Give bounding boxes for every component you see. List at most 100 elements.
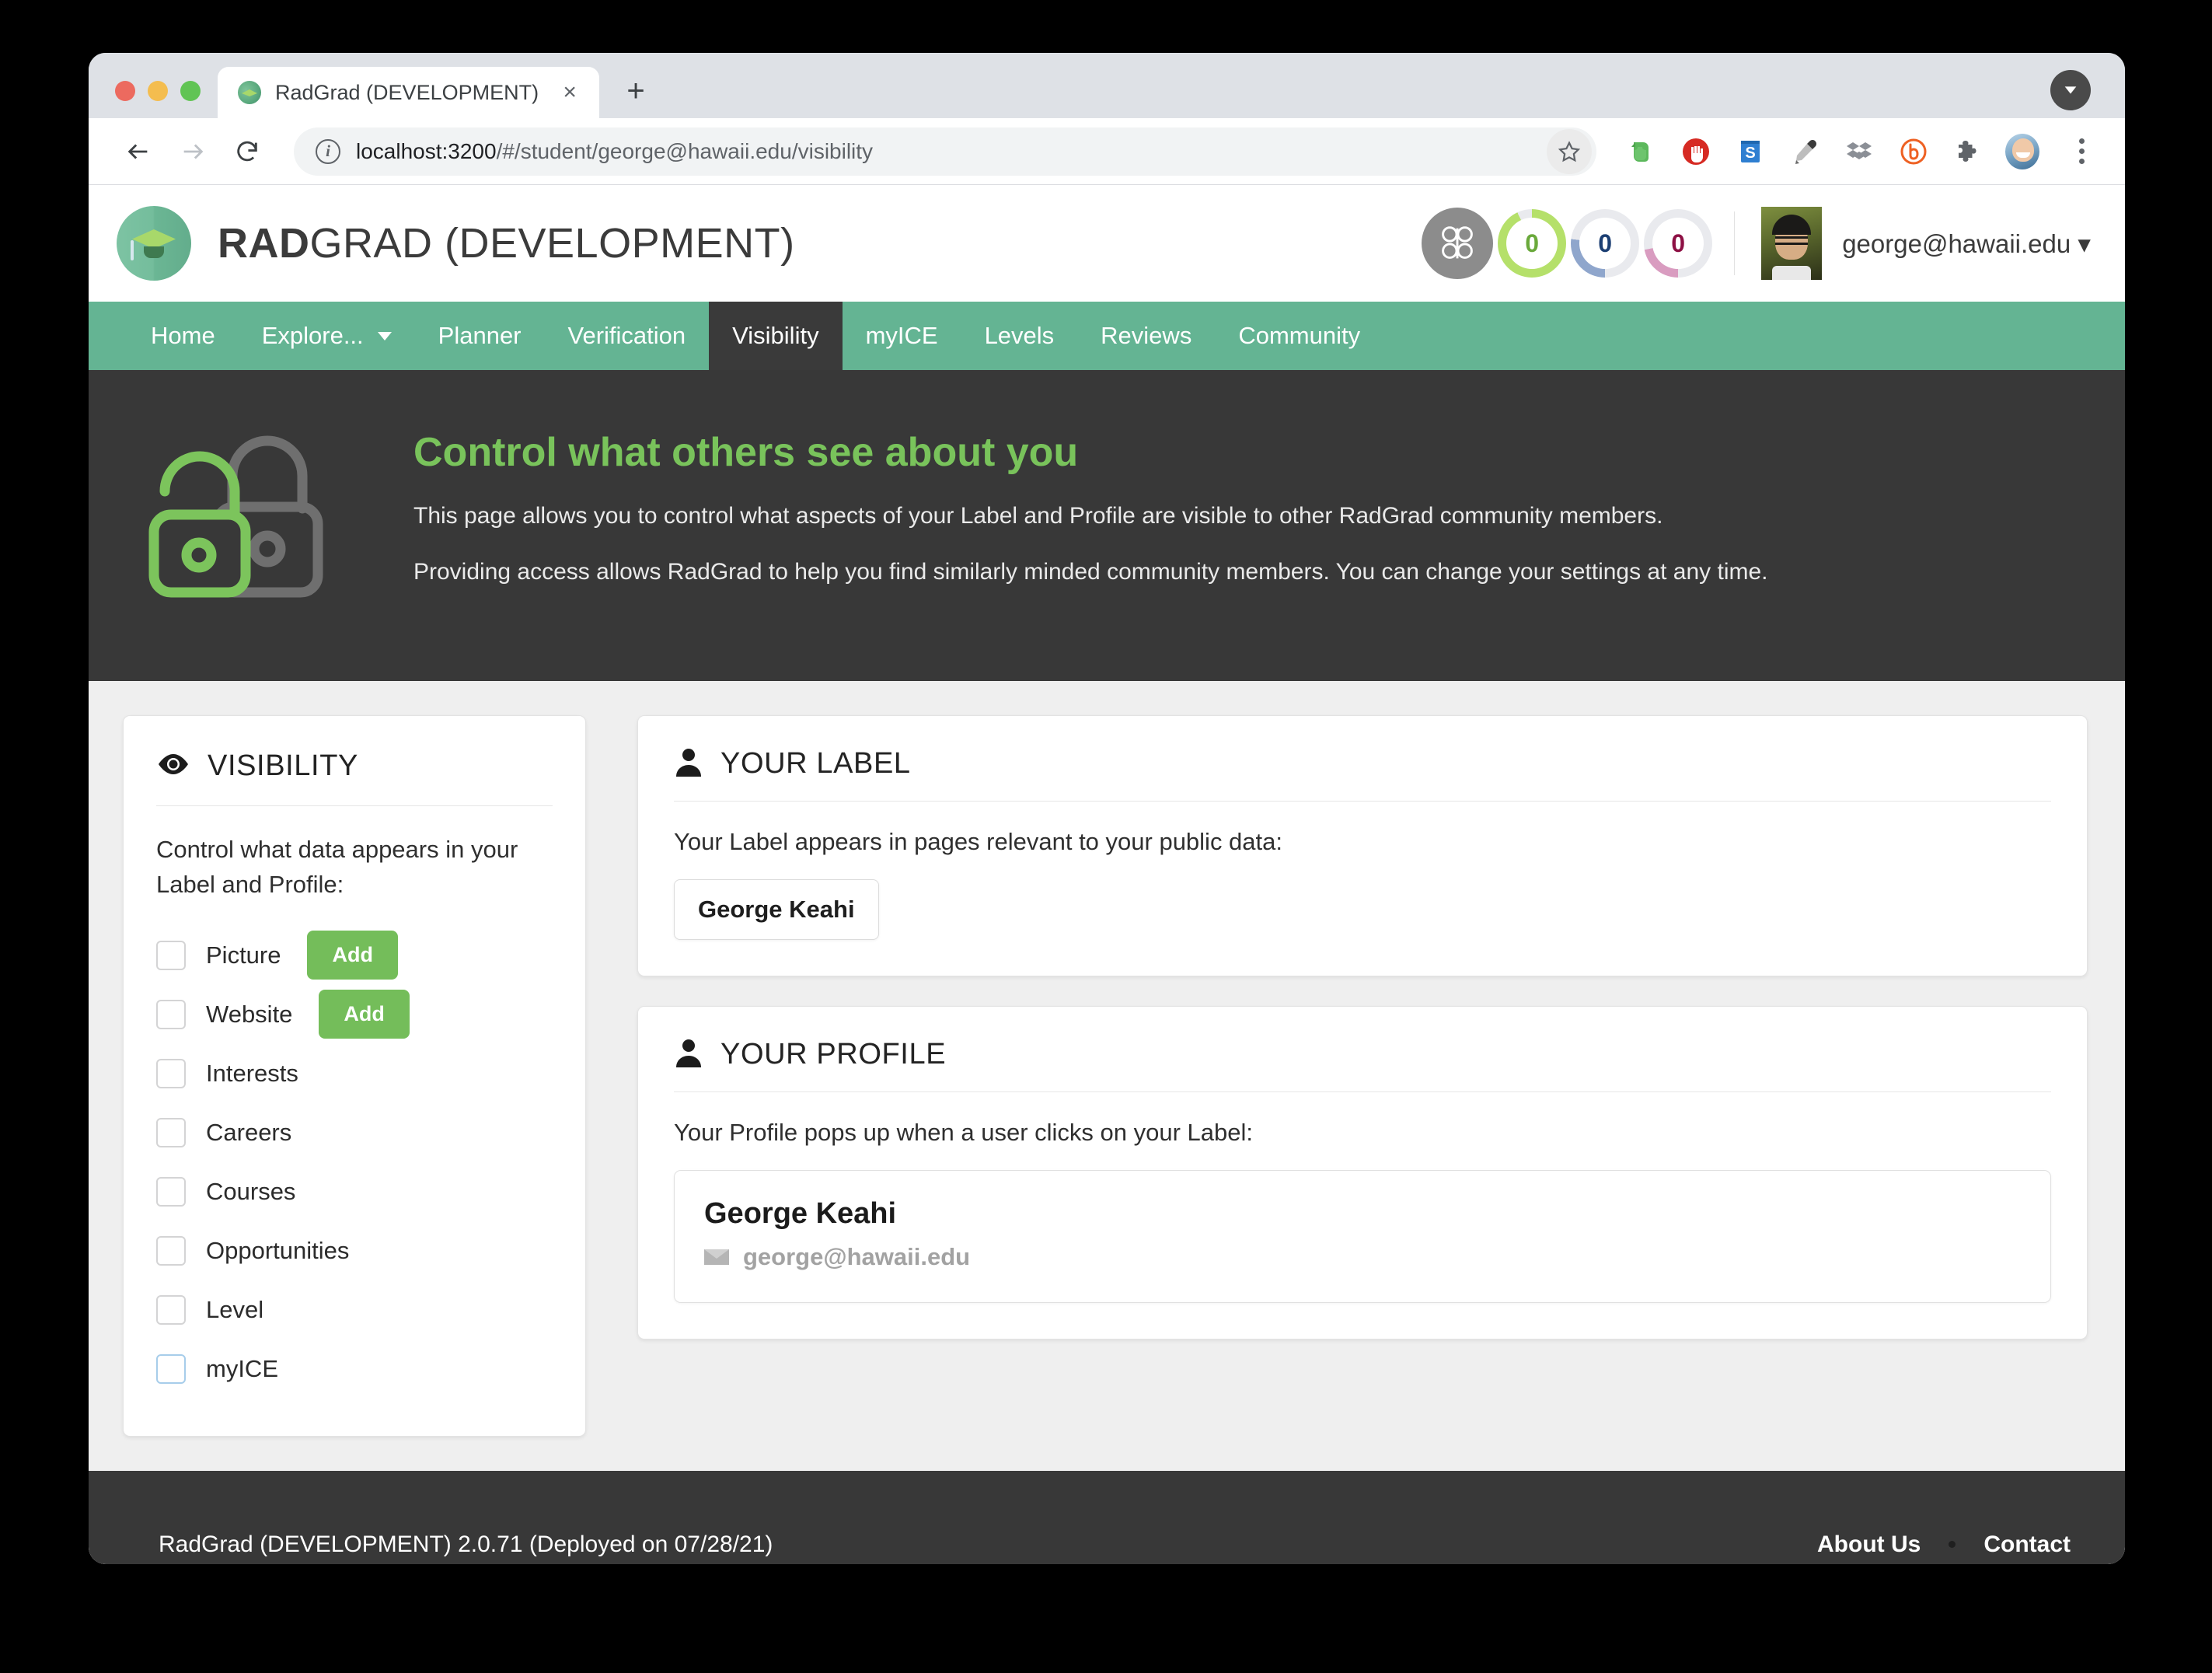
person-icon <box>674 1038 703 1071</box>
innovation-ring-value: 0 <box>1506 218 1558 269</box>
address-bar[interactable]: i localhost:3200/#/student/george@hawaii… <box>294 127 1596 176</box>
innovation-ring[interactable]: 0 <box>1498 209 1567 278</box>
browser-window: RadGrad (DEVELOPMENT) × + i localhost:32… <box>89 53 2125 1564</box>
bookmark-star-icon[interactable] <box>1547 128 1592 174</box>
url-path: /#/student/george@hawaii.edu/visibility <box>496 138 874 163</box>
nav-label: Verification <box>567 322 686 349</box>
site-title[interactable]: RADGRAD (DEVELOPMENT) <box>218 219 795 267</box>
user-avatar <box>1761 207 1823 280</box>
nav-item-explore[interactable]: Explore... <box>239 302 415 370</box>
interests-label: Interests <box>206 1059 298 1087</box>
nav-item-planner[interactable]: Planner <box>415 302 545 370</box>
site-header: RADGRAD (DEVELOPMENT) 0 0 0 george@hawai… <box>89 185 2125 302</box>
visibility-option-opportunities[interactable]: Opportunities <box>156 1221 553 1280</box>
your-profile-card-header: YOUR PROFILE <box>674 1038 2051 1092</box>
window-controls <box>89 81 218 118</box>
careers-checkbox[interactable] <box>156 1117 186 1147</box>
nav-item-home[interactable]: Home <box>127 302 239 370</box>
forward-button[interactable] <box>168 127 218 176</box>
browser-profile-avatar[interactable] <box>2005 133 2039 169</box>
nav-label: Levels <box>984 322 1055 349</box>
back-button[interactable] <box>113 127 163 176</box>
experience-ring[interactable]: 0 <box>1644 209 1713 278</box>
user-menu[interactable]: george@hawaii.edu ▾ <box>1734 207 2125 280</box>
visibility-option-myice[interactable]: myICE <box>156 1339 553 1399</box>
adblock-extension-icon[interactable] <box>1679 134 1713 169</box>
radgrad-logo-icon[interactable] <box>117 206 191 281</box>
person-icon <box>674 747 703 781</box>
minimize-window-button[interactable] <box>148 81 168 101</box>
contact-link[interactable]: Contact <box>1983 1532 2071 1558</box>
skitch-extension-icon[interactable]: S <box>1733 134 1767 169</box>
nav-item-levels[interactable]: Levels <box>961 302 1078 370</box>
close-window-button[interactable] <box>115 81 135 101</box>
grad-cap-tassel-shape <box>131 240 134 260</box>
nav-label: Visibility <box>732 322 819 349</box>
nav-item-community[interactable]: Community <box>1215 302 1383 370</box>
nav-item-visibility[interactable]: Visibility <box>709 302 843 370</box>
nav-label: myICE <box>865 322 938 349</box>
url-text: localhost:3200/#/student/george@hawaii.e… <box>356 139 1586 164</box>
experience-ring-value: 0 <box>1652 218 1704 269</box>
courses-label: Courses <box>206 1177 296 1205</box>
browser-menu-button[interactable] <box>2064 138 2099 164</box>
svg-text:S: S <box>1745 145 1755 162</box>
about-us-link[interactable]: About Us <box>1817 1532 1921 1558</box>
close-tab-icon[interactable]: × <box>553 75 587 110</box>
website-checkbox[interactable] <box>156 999 186 1029</box>
eye-icon <box>156 747 190 785</box>
header-right: 0 0 0 george@hawaii.edu ▾ <box>1422 185 2125 302</box>
maximize-window-button[interactable] <box>180 81 201 101</box>
level-checkbox[interactable] <box>156 1294 186 1325</box>
tab-title: RadGrad (DEVELOPMENT) <box>275 80 539 104</box>
visibility-option-courses[interactable]: Courses <box>156 1162 553 1221</box>
ice-clover-icon[interactable] <box>1422 208 1494 279</box>
puzzle-extensions-icon[interactable] <box>1951 134 1985 169</box>
evernote-extension-icon[interactable] <box>1624 134 1659 169</box>
site-info-icon[interactable]: i <box>316 138 340 164</box>
competency-ring-value: 0 <box>1579 218 1631 269</box>
your-label-card-header: YOUR LABEL <box>674 747 2051 802</box>
visibility-option-website[interactable]: Website Add <box>156 985 553 1044</box>
radgrad-favicon-icon <box>238 81 261 104</box>
url-host: localhost:3200 <box>356 138 497 163</box>
interests-checkbox[interactable] <box>156 1058 186 1088</box>
site-title-bold: RAD <box>218 220 310 267</box>
nav-item-reviews[interactable]: Reviews <box>1077 302 1215 370</box>
right-column: YOUR LABEL Your Label appears in pages r… <box>637 715 2088 1339</box>
visibility-option-picture[interactable]: Picture Add <box>156 926 553 985</box>
dropbox-extension-icon[interactable] <box>1842 134 1876 169</box>
your-label-description: Your Label appears in pages relevant to … <box>674 828 1283 855</box>
add-website-button[interactable]: Add <box>319 990 410 1039</box>
eyedropper-extension-icon[interactable] <box>1788 134 1822 169</box>
nav-item-myice[interactable]: myICE <box>843 302 961 370</box>
add-picture-button[interactable]: Add <box>307 931 398 980</box>
avatar-hair-shape <box>1772 215 1812 235</box>
picture-checkbox[interactable] <box>156 940 186 970</box>
chevron-down-icon <box>377 331 392 341</box>
courses-checkbox[interactable] <box>156 1176 186 1207</box>
website-label: Website <box>206 1000 293 1028</box>
label-chip[interactable]: George Keahi <box>674 879 879 940</box>
profile-email-row: george@hawaii.edu <box>704 1243 2021 1271</box>
page-content: RADGRAD (DEVELOPMENT) 0 0 0 george@hawai… <box>89 185 2125 1564</box>
hero-text: Control what others see about you This p… <box>413 415 1768 589</box>
site-title-rest: GRAD (DEVELOPMENT) <box>309 220 795 267</box>
bitly-extension-icon[interactable] <box>1896 134 1931 169</box>
picture-label: Picture <box>206 941 281 969</box>
opportunities-checkbox[interactable] <box>156 1235 186 1266</box>
reload-button[interactable] <box>222 127 272 176</box>
competency-ring[interactable]: 0 <box>1571 209 1640 278</box>
chevron-down-icon[interactable] <box>2050 70 2091 110</box>
visibility-option-careers[interactable]: Careers <box>156 1103 553 1162</box>
nav-item-verification[interactable]: Verification <box>545 302 710 370</box>
visibility-card-title: VISIBILITY <box>208 749 358 782</box>
browser-tab[interactable]: RadGrad (DEVELOPMENT) × <box>218 67 600 118</box>
visibility-card: VISIBILITY Control what data appears in … <box>123 715 586 1437</box>
nav-label: Planner <box>438 322 522 349</box>
visibility-option-interests[interactable]: Interests <box>156 1044 553 1103</box>
myice-checkbox[interactable] <box>156 1353 186 1384</box>
new-tab-button[interactable]: + <box>612 67 660 115</box>
visibility-option-level[interactable]: Level <box>156 1280 553 1339</box>
myice-label: myICE <box>206 1354 278 1382</box>
